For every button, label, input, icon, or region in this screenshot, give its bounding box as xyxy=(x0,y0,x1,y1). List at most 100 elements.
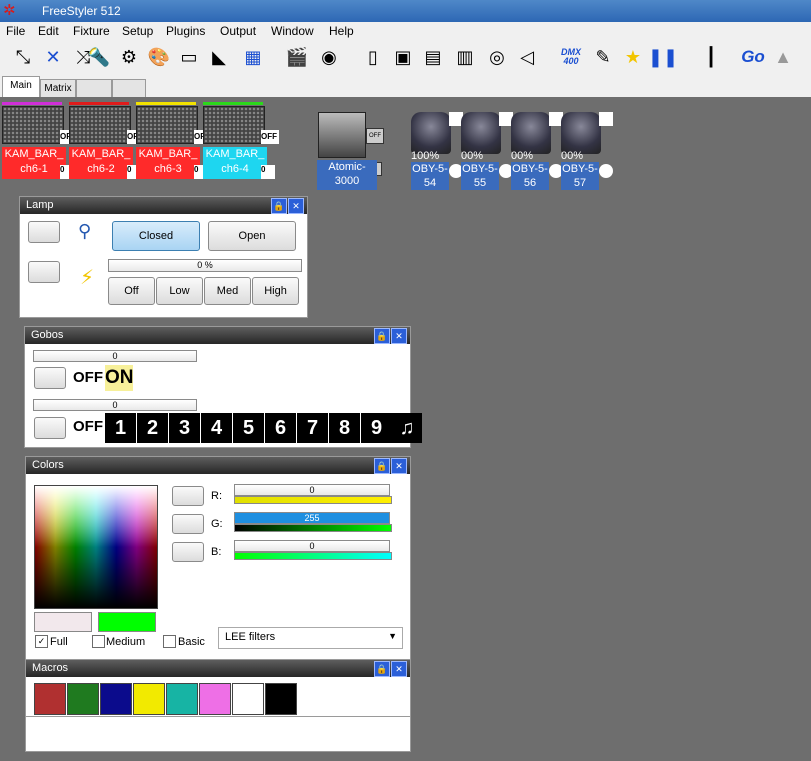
green-channel-button[interactable] xyxy=(172,514,204,534)
gobo-off-label[interactable]: OFF xyxy=(73,369,103,386)
music-note-icon[interactable]: ♫ xyxy=(392,413,422,443)
pause-icon[interactable]: ❚❚ xyxy=(648,44,678,70)
horn-icon[interactable]: ◁ xyxy=(514,44,540,70)
projector-icon[interactable]: 🎬 xyxy=(284,44,310,70)
gobo-slider-1[interactable]: 0 xyxy=(33,350,197,362)
gobo-4-button[interactable]: 4 xyxy=(201,413,232,443)
star-icon[interactable]: ★ xyxy=(620,44,646,70)
fixture-mover-57[interactable]: 00% OBY-5- 57 xyxy=(561,112,613,190)
3d-view-icon[interactable]: ◉ xyxy=(316,44,342,70)
lock-icon[interactable]: 🔒 xyxy=(374,328,390,344)
gobo-wheel-1-button[interactable] xyxy=(34,367,66,389)
close-icon[interactable]: ✕ xyxy=(391,458,407,474)
tab-empty-1[interactable] xyxy=(76,79,112,98)
stage-area: OFF KAM_BAR_ ch6-1 0 OFF KAM_BAR_ ch6-2 0 … xyxy=(0,97,811,761)
menu-file[interactable]: File xyxy=(6,24,25,38)
close-icon[interactable]: ✕ xyxy=(288,198,304,214)
lock-icon[interactable]: 🔒 xyxy=(374,458,390,474)
mixer-icon[interactable]: ▥ xyxy=(452,44,478,70)
gobo-off-label-2[interactable]: OFF xyxy=(73,418,103,435)
blue-slider[interactable]: 0 xyxy=(234,540,390,552)
green-slider[interactable]: 255 xyxy=(234,512,390,524)
color-wheel-icon[interactable]: 🎨 xyxy=(146,44,172,70)
blue-channel-button[interactable] xyxy=(172,542,204,562)
grid-icon[interactable]: ▦ xyxy=(240,44,266,70)
fixture-mover-56[interactable]: 00% OBY-5- 56 xyxy=(511,112,563,190)
speaker-icon[interactable]: ◎ xyxy=(484,44,510,70)
filter-dropdown[interactable]: LEE filters ▼ xyxy=(218,627,403,649)
spotlight-icon[interactable]: 🔦 xyxy=(86,44,112,70)
close-icon[interactable]: ✕ xyxy=(391,328,407,344)
gobo-on-label[interactable]: ON xyxy=(105,365,134,391)
lock-icon[interactable]: 🔒 xyxy=(374,661,390,677)
macro-swatch-teal[interactable] xyxy=(166,683,198,715)
go-button[interactable]: Go xyxy=(736,44,770,70)
red-slider[interactable]: 0 xyxy=(234,484,390,496)
cue-icon[interactable]: ▣ xyxy=(390,44,416,70)
gobo-5-button[interactable]: 5 xyxy=(233,413,264,443)
macro-swatch-red[interactable] xyxy=(34,683,66,715)
level-med-button[interactable]: Med xyxy=(204,277,251,305)
dimmer-slider[interactable]: 0 % xyxy=(108,259,302,272)
closed-button[interactable]: Closed xyxy=(112,221,200,251)
fixture-bar-1[interactable]: OFF KAM_BAR_ ch6-1 0 xyxy=(2,102,78,179)
macro-swatch-pink[interactable] xyxy=(199,683,231,715)
level-high-button[interactable]: High xyxy=(252,277,299,305)
tab-main[interactable]: Main xyxy=(2,76,40,98)
gobo-wheel-2-button[interactable] xyxy=(34,417,66,439)
gobo-1-button[interactable]: 1 xyxy=(105,413,136,443)
gobo-7-button[interactable]: 7 xyxy=(297,413,328,443)
medium-label: Medium xyxy=(106,636,146,648)
fixture-bar-4[interactable]: OFF KAM_BAR_ ch6-4 0 xyxy=(203,102,279,179)
close-icon[interactable]: ✕ xyxy=(391,661,407,677)
full-checkbox[interactable]: ✓ xyxy=(35,635,48,648)
select-tool-icon[interactable]: ⤡ xyxy=(10,44,36,70)
fixture-intensity: 100% xyxy=(411,150,440,162)
deselect-tool-icon[interactable]: ✕ xyxy=(40,44,66,70)
gobo-3-button[interactable]: 3 xyxy=(169,413,200,443)
lock-icon[interactable]: 🔒 xyxy=(271,198,287,214)
basic-checkbox[interactable] xyxy=(163,635,176,648)
keyboard-icon[interactable]: ▤ xyxy=(420,44,446,70)
lamp-dimmer-button[interactable] xyxy=(28,261,60,283)
fixture-mover-54[interactable]: 100% OBY-5- 54 xyxy=(411,112,463,190)
truss-icon[interactable]: ▭ xyxy=(176,44,202,70)
menu-plugins[interactable]: Plugins xyxy=(166,24,205,38)
warning-icon[interactable]: ▲ xyxy=(770,44,796,70)
fixture-atomic[interactable]: OFF Atomic- 3000 xyxy=(314,112,386,190)
tab-empty-2[interactable] xyxy=(112,79,146,98)
gobo-9-button[interactable]: 9 xyxy=(361,413,392,443)
fader-icon[interactable]: ┃ xyxy=(698,44,724,70)
gobo-slider-2[interactable]: 0 xyxy=(33,399,197,411)
red-channel-button[interactable] xyxy=(172,486,204,506)
fixture-mover-55[interactable]: 00% OBY-5- 55 xyxy=(461,112,513,190)
macro-swatch-black[interactable] xyxy=(265,683,297,715)
menu-edit[interactable]: Edit xyxy=(38,24,59,38)
macro-swatch-blue[interactable] xyxy=(100,683,132,715)
fixture-bar-2[interactable]: OFF KAM_BAR_ ch6-2 0 xyxy=(69,102,145,179)
level-low-button[interactable]: Low xyxy=(156,277,203,305)
blind-icon[interactable]: ✎ xyxy=(590,44,616,70)
level-off-button[interactable]: Off xyxy=(108,277,155,305)
fixture-bar-3[interactable]: OFF KAM_BAR_ ch6-3 0 xyxy=(136,102,212,179)
new-document-icon[interactable]: ▯ xyxy=(360,44,386,70)
gobo-6-button[interactable]: 6 xyxy=(265,413,296,443)
menu-fixture[interactable]: Fixture xyxy=(73,24,110,38)
color-spectrum-picker[interactable] xyxy=(34,485,158,609)
menu-setup[interactable]: Setup xyxy=(122,24,153,38)
menu-help[interactable]: Help xyxy=(329,24,354,38)
menu-window[interactable]: Window xyxy=(271,24,314,38)
macro-swatch-yellow[interactable] xyxy=(133,683,165,715)
menu-output[interactable]: Output xyxy=(220,24,256,38)
lamp-shutter-button[interactable] xyxy=(28,221,60,243)
medium-checkbox[interactable] xyxy=(92,635,105,648)
ramp-icon[interactable]: ◣ xyxy=(206,44,232,70)
macro-swatch-green[interactable] xyxy=(67,683,99,715)
gobo-wheel-icon[interactable]: ⚙ xyxy=(116,44,142,70)
gobo-2-button[interactable]: 2 xyxy=(137,413,168,443)
tab-matrix[interactable]: Matrix xyxy=(40,79,76,98)
gobo-8-button[interactable]: 8 xyxy=(329,413,360,443)
macro-swatch-white[interactable] xyxy=(232,683,264,715)
open-button[interactable]: Open xyxy=(208,221,296,251)
dmx-icon[interactable]: DMX 400 xyxy=(556,44,586,70)
